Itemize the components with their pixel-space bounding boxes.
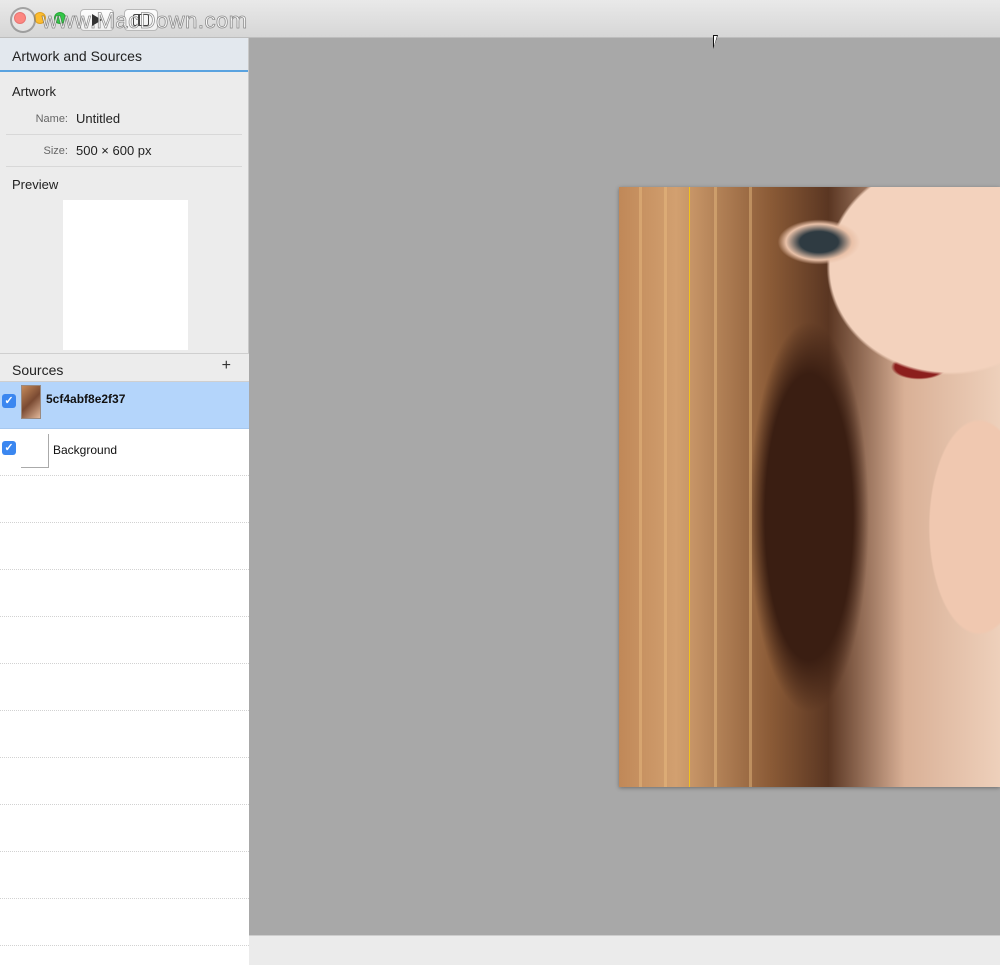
hair-strand — [714, 187, 717, 787]
source-row-background[interactable]: ✓ Background — [0, 429, 249, 476]
play-icon — [92, 14, 102, 26]
name-value[interactable]: Untitled — [76, 111, 120, 126]
source-thumbnail — [21, 434, 49, 468]
panel-header: Artwork and Sources — [0, 38, 248, 72]
source-name: 5cf4abf8e2f37 — [46, 392, 126, 406]
sidebar-icon — [133, 14, 149, 26]
size-value: 500 × 600 px — [76, 143, 152, 158]
artwork-section-title: Artwork — [12, 84, 57, 99]
empty-row — [0, 523, 249, 570]
empty-row — [0, 570, 249, 617]
toggle-sidebar-button[interactable] — [124, 9, 158, 31]
name-row: Name: Untitled — [6, 103, 242, 135]
play-button[interactable] — [80, 9, 114, 31]
mouse-cursor — [713, 35, 718, 49]
zoom-window-button[interactable] — [54, 12, 66, 24]
hair-strand — [639, 187, 642, 787]
artwork-sources-panel: Artwork and Sources Artwork Name: Untitl… — [0, 38, 249, 965]
preview-section-title: Preview — [12, 177, 59, 192]
sources-header: Sources + — [0, 353, 249, 382]
empty-row — [0, 758, 249, 805]
artwork-image[interactable] — [619, 187, 1000, 787]
sources-list: ✓ 5cf4abf8e2f37 ✓ Background — [0, 382, 249, 965]
canvas-area[interactable] — [249, 38, 1000, 935]
empty-row — [0, 476, 249, 523]
empty-row — [0, 899, 249, 946]
sources-title: Sources — [12, 362, 64, 378]
source-visible-checkbox[interactable]: ✓ — [2, 394, 16, 408]
empty-row — [0, 852, 249, 899]
size-label: Size: — [43, 144, 68, 157]
alignment-guide[interactable] — [689, 187, 690, 787]
size-row: Size: 500 × 600 px — [6, 135, 242, 167]
empty-row — [0, 617, 249, 664]
empty-row — [0, 805, 249, 852]
source-name: Background — [53, 443, 118, 457]
name-label: Name: — [35, 112, 68, 125]
source-visible-checkbox[interactable]: ✓ — [2, 441, 16, 455]
watermark-logo — [10, 7, 36, 33]
bottom-status-bar — [249, 935, 1000, 965]
empty-row — [0, 664, 249, 711]
source-row-image[interactable]: ✓ 5cf4abf8e2f37 — [0, 382, 249, 429]
hair-strand — [749, 187, 752, 787]
hair-strand — [664, 187, 667, 787]
title-bar: www.MacDown.com — [0, 0, 1000, 38]
source-thumbnail — [21, 385, 41, 419]
empty-row — [0, 711, 249, 758]
add-source-button[interactable]: + — [222, 357, 231, 375]
preview-thumbnail — [63, 200, 188, 350]
